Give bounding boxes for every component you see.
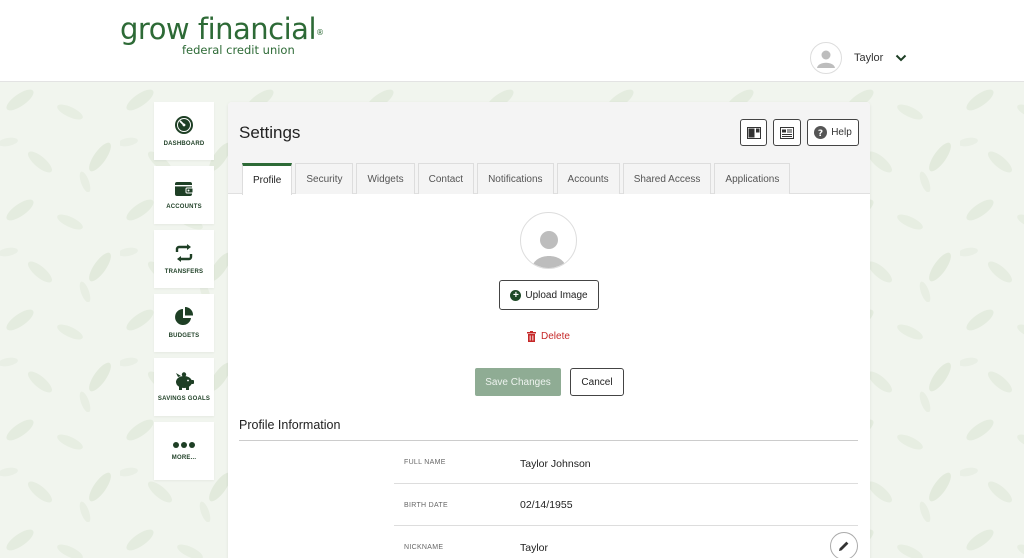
tab-shared-access[interactable]: Shared Access	[622, 163, 712, 194]
pie-chart-icon	[175, 307, 194, 325]
brand-name: grow financial	[120, 12, 317, 46]
user-menu[interactable]: Taylor	[810, 42, 907, 74]
gauge-icon	[175, 116, 193, 134]
field-value: Taylor	[520, 542, 549, 554]
layout-toggle-button[interactable]	[740, 119, 767, 146]
tab-widgets[interactable]: Widgets	[356, 163, 415, 194]
sidebar-item-label: SAVINGS GOALS	[157, 396, 211, 402]
profile-field-birth-date: BIRTH DATE 02/14/1955	[394, 484, 858, 526]
tab-accounts[interactable]: Accounts	[556, 163, 620, 194]
tab-notifications[interactable]: Notifications	[477, 163, 554, 194]
delete-label: Delete	[541, 331, 570, 342]
sidebar-item-label: MORE...	[171, 455, 197, 461]
newspaper-icon	[780, 126, 794, 139]
settings-tabs: Profile Security Widgets Contact Notific…	[242, 163, 793, 195]
profile-field-nickname: NICKNAME Taylor	[394, 526, 858, 558]
transfer-arrows-icon	[175, 244, 193, 262]
piggy-bank-icon	[176, 372, 194, 390]
chevron-down-icon[interactable]	[895, 54, 907, 62]
plus-circle-icon: +	[510, 289, 522, 301]
field-label: FULL NAME	[404, 459, 446, 466]
page-title: Settings	[239, 123, 301, 142]
sidebar-item-more[interactable]: MORE...	[154, 422, 214, 480]
section-divider	[239, 440, 858, 441]
user-silhouette-icon	[817, 50, 835, 68]
print-view-button[interactable]	[773, 119, 801, 146]
ellipsis-icon	[173, 442, 195, 448]
upload-image-label: Upload Image	[525, 289, 588, 301]
help-question-icon: ?	[814, 126, 828, 139]
field-label: NICKNAME	[404, 544, 444, 551]
profile-information-heading: Profile Information	[239, 418, 341, 432]
delete-image-button[interactable]: Delete	[527, 331, 570, 342]
edit-nickname-button[interactable]	[830, 532, 858, 558]
tab-contact[interactable]: Contact	[417, 163, 475, 194]
tab-applications[interactable]: Applications	[714, 163, 791, 194]
field-value: Taylor Johnson	[520, 458, 591, 470]
sidebar-item-label: DASHBOARD	[163, 141, 205, 147]
brand-trademark: ®	[316, 28, 324, 37]
svg-text:?: ?	[818, 129, 823, 139]
top-header: grow financial® federal credit union Tay…	[0, 0, 1024, 82]
cancel-button[interactable]: Cancel	[570, 368, 624, 396]
brand-tagline: federal credit union	[182, 43, 295, 57]
upload-image-button[interactable]: + Upload Image	[499, 280, 599, 310]
settings-panel: Settings ? Help Profile Security Widgets…	[228, 102, 870, 558]
user-avatar	[810, 42, 842, 74]
layout-grid-icon	[746, 126, 761, 139]
wallet-icon	[175, 182, 194, 196]
sidebar-item-label: TRANSFERS	[164, 269, 204, 275]
sidebar-item-budgets[interactable]: BUDGETS	[154, 294, 214, 352]
save-changes-button[interactable]: Save Changes	[475, 368, 561, 396]
trash-icon	[527, 331, 536, 342]
sidebar-item-accounts[interactable]: ACCOUNTS	[154, 166, 214, 224]
profile-field-full-name: FULL NAME Taylor Johnson	[394, 442, 858, 484]
help-button[interactable]: ? Help	[807, 119, 859, 146]
sidebar-item-transfers[interactable]: TRANSFERS	[154, 230, 214, 288]
pencil-icon	[839, 541, 849, 551]
main-sidebar: DASHBOARD ACCOUNTS TRANSFERS BUDGETS SAV…	[154, 102, 214, 486]
sidebar-item-dashboard[interactable]: DASHBOARD	[154, 102, 214, 160]
field-label: BIRTH DATE	[404, 502, 448, 509]
sidebar-item-label: BUDGETS	[168, 333, 200, 339]
tab-profile[interactable]: Profile	[242, 163, 293, 195]
profile-picture	[520, 212, 577, 269]
help-label: Help	[831, 127, 852, 138]
user-silhouette-icon	[531, 231, 566, 268]
settings-header: Settings ? Help Profile Security Widgets…	[228, 102, 870, 195]
sidebar-item-label: ACCOUNTS	[166, 204, 202, 210]
field-value: 02/14/1955	[520, 499, 573, 511]
sidebar-item-savings-goals[interactable]: SAVINGS GOALS	[154, 358, 214, 416]
tab-security[interactable]: Security	[295, 163, 354, 194]
user-name: Taylor	[854, 52, 884, 64]
brand-logo[interactable]: grow financial® federal credit union	[120, 12, 324, 57]
